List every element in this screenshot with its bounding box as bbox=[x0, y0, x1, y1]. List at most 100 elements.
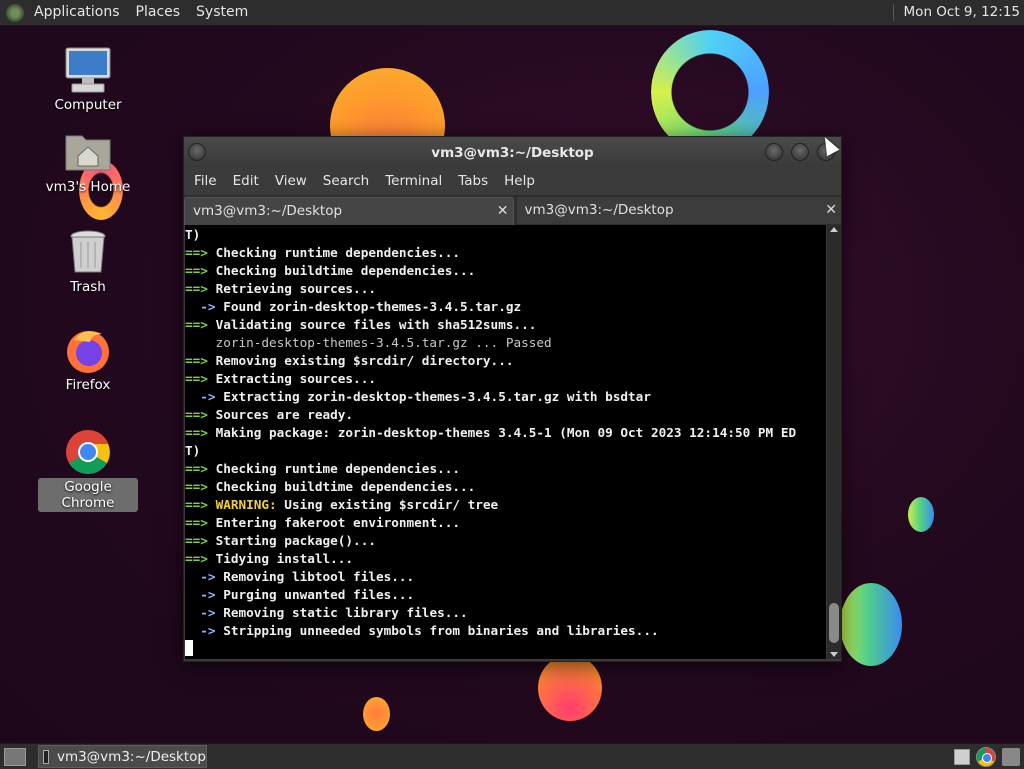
step-arrow: ==> bbox=[185, 515, 216, 530]
scroll-down-arrow-icon[interactable] bbox=[830, 652, 838, 657]
computer-icon bbox=[64, 46, 112, 94]
window-menu-button[interactable] bbox=[188, 143, 206, 161]
terminal-line: ==> Removing existing $srcdir/ directory… bbox=[185, 352, 826, 370]
applications-menu[interactable]: Applications bbox=[26, 0, 128, 25]
menu-file[interactable]: File bbox=[186, 173, 225, 189]
tab-label: vm3@vm3:~/Desktop bbox=[193, 203, 343, 219]
desktop-icon-label: Trash bbox=[70, 279, 106, 295]
terminal-line: ==> WARNING: Using existing $srcdir/ tre… bbox=[185, 496, 826, 514]
line-text: Entering fakeroot environment... bbox=[215, 515, 460, 530]
desktop-icon-label: vm3's Home bbox=[45, 179, 131, 195]
menu-edit[interactable]: Edit bbox=[225, 173, 267, 189]
sub-arrow: -> bbox=[185, 605, 224, 620]
step-arrow: ==> bbox=[185, 263, 216, 278]
warning-label: WARNING: bbox=[215, 497, 277, 512]
workspace-switcher[interactable] bbox=[954, 748, 970, 765]
wallpaper-blob-green bbox=[840, 583, 902, 666]
line-text: Retrieving sources... bbox=[215, 281, 376, 296]
clock[interactable]: Mon Oct 9, 12:15 bbox=[892, 4, 1024, 21]
step-arrow: ==> bbox=[185, 353, 216, 368]
terminal-line: ==> Extracting sources... bbox=[185, 370, 826, 388]
desktop-icon-computer[interactable]: Computer bbox=[38, 46, 138, 114]
terminal-line: T) bbox=[185, 442, 826, 460]
trash-icon bbox=[64, 228, 112, 276]
line-text: Checking runtime dependencies... bbox=[215, 245, 460, 260]
menu-help[interactable]: Help bbox=[496, 173, 543, 189]
desktop-icon-label: Google Chrome bbox=[38, 478, 138, 512]
firefox-icon bbox=[64, 326, 112, 374]
maximize-button[interactable] bbox=[791, 143, 809, 161]
line-text: Checking buildtime dependencies... bbox=[215, 263, 476, 278]
terminal-icon bbox=[43, 749, 49, 764]
line-text: Sources are ready. bbox=[215, 407, 354, 422]
step-arrow: ==> bbox=[185, 425, 216, 440]
system-menu[interactable]: System bbox=[188, 0, 256, 25]
menu-tabs[interactable]: Tabs bbox=[450, 173, 496, 189]
line-text: Purging unwanted files... bbox=[223, 587, 415, 602]
terminal-lines: T) ==> Checking runtime dependencies... ==… bbox=[185, 225, 826, 658]
line-text: Found zorin-desktop-themes-3.4.5.tar.gz bbox=[223, 299, 522, 314]
close-tab-icon[interactable]: ✕ bbox=[825, 197, 837, 224]
step-arrow: ==> bbox=[185, 245, 216, 260]
show-desktop-button[interactable] bbox=[4, 747, 26, 766]
line-text: Validating source files with sha512sums.… bbox=[215, 317, 537, 332]
terminal-line: ==> Starting package()... bbox=[185, 532, 826, 550]
bottom-panel: vm3@vm3:~/Desktop bbox=[0, 743, 1024, 769]
desktop-icon-home[interactable]: vm3's Home bbox=[38, 128, 138, 196]
line-text: Removing libtool files... bbox=[223, 569, 415, 584]
minimize-button[interactable] bbox=[765, 143, 783, 161]
terminal-line: ==> Checking buildtime dependencies... bbox=[185, 262, 826, 280]
prompt-line bbox=[185, 640, 826, 658]
terminal-output[interactable]: T) ==> Checking runtime dependencies... ==… bbox=[185, 225, 826, 659]
terminal-line: T) bbox=[185, 226, 826, 244]
line-text: zorin-desktop-themes-3.4.5.tar.gz ... Pa… bbox=[185, 335, 552, 350]
desktop-icon-label: Computer bbox=[54, 97, 122, 113]
terminal-line: zorin-desktop-themes-3.4.5.tar.gz ... Pa… bbox=[185, 334, 826, 352]
trash-applet-icon[interactable] bbox=[1002, 747, 1020, 766]
terminal-line: ==> Making package: zorin-desktop-themes… bbox=[185, 424, 826, 442]
wallpaper-blob-tiny bbox=[363, 697, 390, 731]
tab-terminal-1[interactable]: vm3@vm3:~/Desktop ✕ bbox=[184, 197, 514, 225]
sub-arrow: -> bbox=[185, 569, 224, 584]
terminal-line: -> Found zorin-desktop-themes-3.4.5.tar.… bbox=[185, 298, 826, 316]
line-text: Starting package()... bbox=[215, 533, 376, 548]
line-text: Extracting zorin-desktop-themes-3.4.5.ta… bbox=[223, 389, 651, 404]
menu-search[interactable]: Search bbox=[315, 173, 377, 189]
terminal-menubar: File Edit View Search Terminal Tabs Help bbox=[184, 167, 841, 195]
desktop-icon-chrome[interactable]: Google Chrome bbox=[38, 428, 138, 512]
step-arrow: ==> bbox=[185, 281, 216, 296]
sub-arrow: -> bbox=[185, 389, 224, 404]
wallpaper-blob-green-small bbox=[908, 497, 934, 532]
terminal-line: ==> Checking runtime dependencies... bbox=[185, 460, 826, 478]
text-cursor bbox=[185, 640, 193, 656]
window-titlebar[interactable]: vm3@vm3:~/Desktop bbox=[184, 137, 841, 167]
menu-terminal[interactable]: Terminal bbox=[377, 173, 450, 189]
chrome-icon bbox=[64, 428, 112, 476]
step-arrow: ==> bbox=[185, 497, 216, 512]
close-tab-icon[interactable]: ✕ bbox=[497, 198, 509, 225]
scroll-up-arrow-icon[interactable] bbox=[830, 227, 838, 232]
tab-terminal-2[interactable]: vm3@vm3:~/Desktop ✕ bbox=[516, 197, 841, 224]
desktop-icon-firefox[interactable]: Firefox bbox=[38, 326, 138, 394]
chrome-tray-icon[interactable] bbox=[976, 746, 996, 767]
places-menu[interactable]: Places bbox=[128, 0, 189, 25]
step-arrow: ==> bbox=[185, 371, 216, 386]
terminal-line: ==> Retrieving sources... bbox=[185, 280, 826, 298]
terminal-window[interactable]: vm3@vm3:~/Desktop File Edit View Search … bbox=[183, 136, 842, 662]
line-text: Stripping unneeded symbols from binaries… bbox=[223, 623, 659, 638]
taskbar-item-terminal[interactable]: vm3@vm3:~/Desktop bbox=[38, 745, 207, 768]
line-text: Removing static library files... bbox=[223, 605, 468, 620]
step-arrow: ==> bbox=[185, 407, 216, 422]
desktop-icon-trash[interactable]: Trash bbox=[38, 228, 138, 296]
sub-arrow: -> bbox=[185, 299, 224, 314]
line-text: Removing existing $srcdir/ directory... bbox=[215, 353, 514, 368]
menu-view[interactable]: View bbox=[267, 173, 315, 189]
step-arrow: ==> bbox=[185, 551, 216, 566]
distro-logo-icon[interactable] bbox=[6, 3, 24, 22]
top-panel: Applications Places System Mon Oct 9, 12… bbox=[0, 0, 1024, 26]
line-text: Extracting sources... bbox=[215, 371, 376, 386]
desktop-icon-label: Firefox bbox=[65, 377, 111, 393]
terminal-scrollbar[interactable] bbox=[827, 225, 841, 659]
scrollbar-thumb[interactable] bbox=[829, 603, 839, 643]
terminal-line: -> Removing static library files... bbox=[185, 604, 826, 622]
